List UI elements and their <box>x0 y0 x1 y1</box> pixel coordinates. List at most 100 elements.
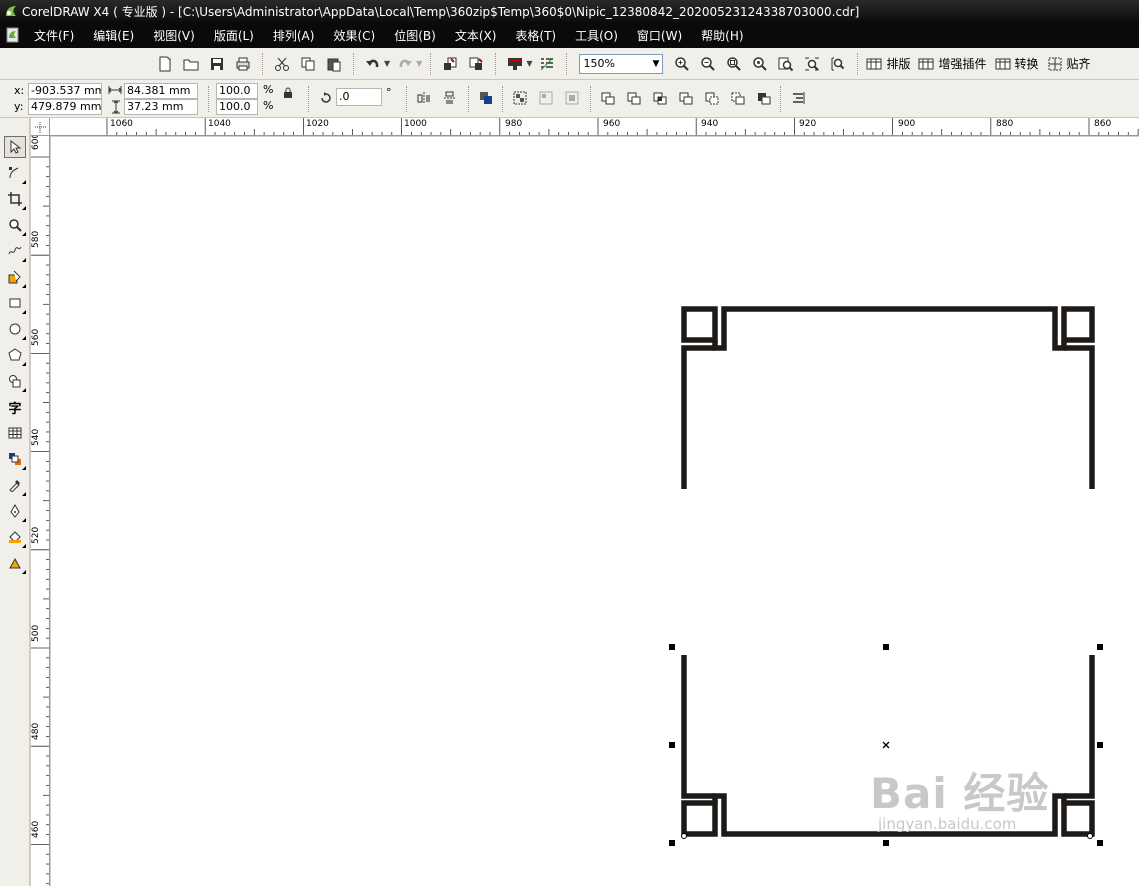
zoom-tool[interactable] <box>4 214 26 236</box>
object-height-field[interactable]: 37.23 mm <box>124 99 198 115</box>
polygon-tool[interactable] <box>4 344 26 366</box>
ungroup-all-icon <box>562 88 582 108</box>
menu-tools[interactable]: 工具(O) <box>575 27 618 44</box>
zoom-to-page-icon[interactable] <box>775 53 797 75</box>
x-position-field[interactable]: -903.537 mm <box>28 83 102 99</box>
eyedropper-icon <box>9 480 20 492</box>
weld-icon[interactable] <box>598 88 618 108</box>
propbar-separator <box>208 86 209 112</box>
open-folder-icon[interactable] <box>180 53 202 75</box>
simplify-icon[interactable] <box>676 88 696 108</box>
paste-icon[interactable] <box>323 53 345 75</box>
front-minus-back-icon[interactable] <box>702 88 722 108</box>
ruler-v-label: 600 <box>31 136 41 150</box>
group-icon[interactable] <box>510 88 530 108</box>
menu-arrange[interactable]: 排列(A) <box>273 27 315 44</box>
horizontal-ruler[interactable]: 1060 1040 1020 1000 980 960 940 920 900 … <box>50 118 1139 136</box>
undo-icon[interactable] <box>362 53 384 75</box>
scale-height-field[interactable]: 100.0 <box>216 99 258 115</box>
import-icon[interactable] <box>439 53 461 75</box>
ruler-v-label: 460 <box>31 818 41 838</box>
document-icon[interactable] <box>4 26 22 44</box>
enhance-plugin-label: 增强插件 <box>938 57 987 71</box>
zoom-to-page-height-icon[interactable] <box>827 53 849 75</box>
selection-center-marker[interactable] <box>882 741 890 749</box>
crop-tool[interactable] <box>4 188 26 210</box>
eyedropper-tool[interactable] <box>4 474 26 496</box>
zoom-to-selected-icon[interactable] <box>723 53 745 75</box>
snap-button[interactable]: 贴齐 <box>1047 55 1091 72</box>
menu-edit[interactable]: 编辑(E) <box>93 27 134 44</box>
ruler-h-label: 1040 <box>208 119 231 129</box>
menu-bar: 文件(F) 编辑(E) 视图(V) 版面(L) 排列(A) 效果(C) 位图(B… <box>0 22 1139 48</box>
freehand-tool[interactable] <box>4 240 26 262</box>
ruler-v-label-text: 520 <box>31 526 41 544</box>
save-icon[interactable] <box>206 53 228 75</box>
new-document-icon[interactable] <box>154 53 176 75</box>
ruler-h-label: 960 <box>603 119 621 129</box>
ruler-v-label-text: 580 <box>31 230 41 248</box>
smart-fill-tool[interactable] <box>4 266 26 288</box>
scale-width-field[interactable]: 100.0 <box>216 83 258 99</box>
intersect-icon[interactable] <box>650 88 670 108</box>
top-border-frame[interactable] <box>681 306 1095 489</box>
ruler-v-label: 540 <box>31 426 41 446</box>
basic-shapes-tool[interactable] <box>4 370 26 392</box>
object-width-field[interactable]: 84.381 mm <box>124 83 198 99</box>
enhance-plugin-button[interactable]: 增强插件 <box>918 55 987 72</box>
ellipse-tool[interactable] <box>4 318 26 340</box>
menu-window[interactable]: 窗口(W) <box>637 27 682 44</box>
menu-file[interactable]: 文件(F) <box>34 27 74 44</box>
launcher-dropdown-icon[interactable]: ▼ <box>526 59 532 68</box>
create-boundary-icon[interactable] <box>754 88 774 108</box>
align-distribute-icon[interactable] <box>788 88 808 108</box>
toolbox: 字 <box>0 118 30 886</box>
interactive-blend-tool[interactable] <box>4 448 26 470</box>
convert-button[interactable]: 转换 <box>995 55 1039 72</box>
trim-icon[interactable] <box>624 88 644 108</box>
fill-tool[interactable] <box>4 526 26 548</box>
mirror-vertical-icon[interactable] <box>440 88 460 108</box>
menu-layout[interactable]: 版面(L) <box>214 27 254 44</box>
to-front-icon[interactable] <box>476 88 496 108</box>
back-minus-front-icon[interactable] <box>728 88 748 108</box>
polygon-icon <box>8 348 22 361</box>
watermark-main-text: Bai 经验 <box>870 769 1050 818</box>
mirror-horizontal-icon[interactable] <box>414 88 434 108</box>
pick-tool[interactable] <box>4 136 26 158</box>
zoom-to-all-objects-icon[interactable] <box>749 53 771 75</box>
shape-tool[interactable] <box>4 162 26 184</box>
ruler-origin[interactable] <box>31 118 50 136</box>
application-launcher-icon[interactable] <box>504 53 526 75</box>
outline-pen-tool[interactable] <box>4 500 26 522</box>
zoom-level-select[interactable]: 150% ▼ <box>579 53 664 74</box>
menu-bitmaps[interactable]: 位图(B) <box>394 27 436 44</box>
cut-icon[interactable] <box>271 53 293 75</box>
pen-nib-icon <box>10 504 20 518</box>
menu-help[interactable]: 帮助(H) <box>701 27 743 44</box>
menu-text[interactable]: 文本(X) <box>455 27 497 44</box>
zoom-to-page-width-icon[interactable] <box>801 53 823 75</box>
export-icon[interactable] <box>465 53 487 75</box>
print-icon[interactable] <box>232 53 254 75</box>
menu-effects[interactable]: 效果(C) <box>333 27 375 44</box>
text-tool[interactable]: 字 <box>4 396 26 418</box>
menu-view[interactable]: 视图(V) <box>153 27 195 44</box>
copy-icon[interactable] <box>297 53 319 75</box>
layout-plugin-button[interactable]: 排版 <box>866 55 910 72</box>
menu-table[interactable]: 表格(T) <box>515 27 556 44</box>
undo-dropdown-icon[interactable]: ▼ <box>384 59 390 68</box>
table-tool[interactable] <box>4 422 26 444</box>
vertical-ruler[interactable]: 600 580 560 540 520 500 480 460 <box>31 136 50 886</box>
ruler-v-label: 480 <box>31 720 41 740</box>
rectangle-tool[interactable] <box>4 292 26 314</box>
zoom-out-icon[interactable] <box>697 53 719 75</box>
interactive-fill-tool[interactable] <box>4 552 26 574</box>
ruler-h-label: 1020 <box>306 119 329 129</box>
zoom-in-icon[interactable] <box>671 53 693 75</box>
welcome-screen-icon[interactable] <box>536 53 558 75</box>
lock-ratio-icon[interactable] <box>278 83 298 103</box>
y-position-field[interactable]: 479.879 mm <box>28 99 102 115</box>
rotation-angle-field[interactable]: .0 <box>336 88 382 106</box>
propbar-separator <box>502 86 503 112</box>
